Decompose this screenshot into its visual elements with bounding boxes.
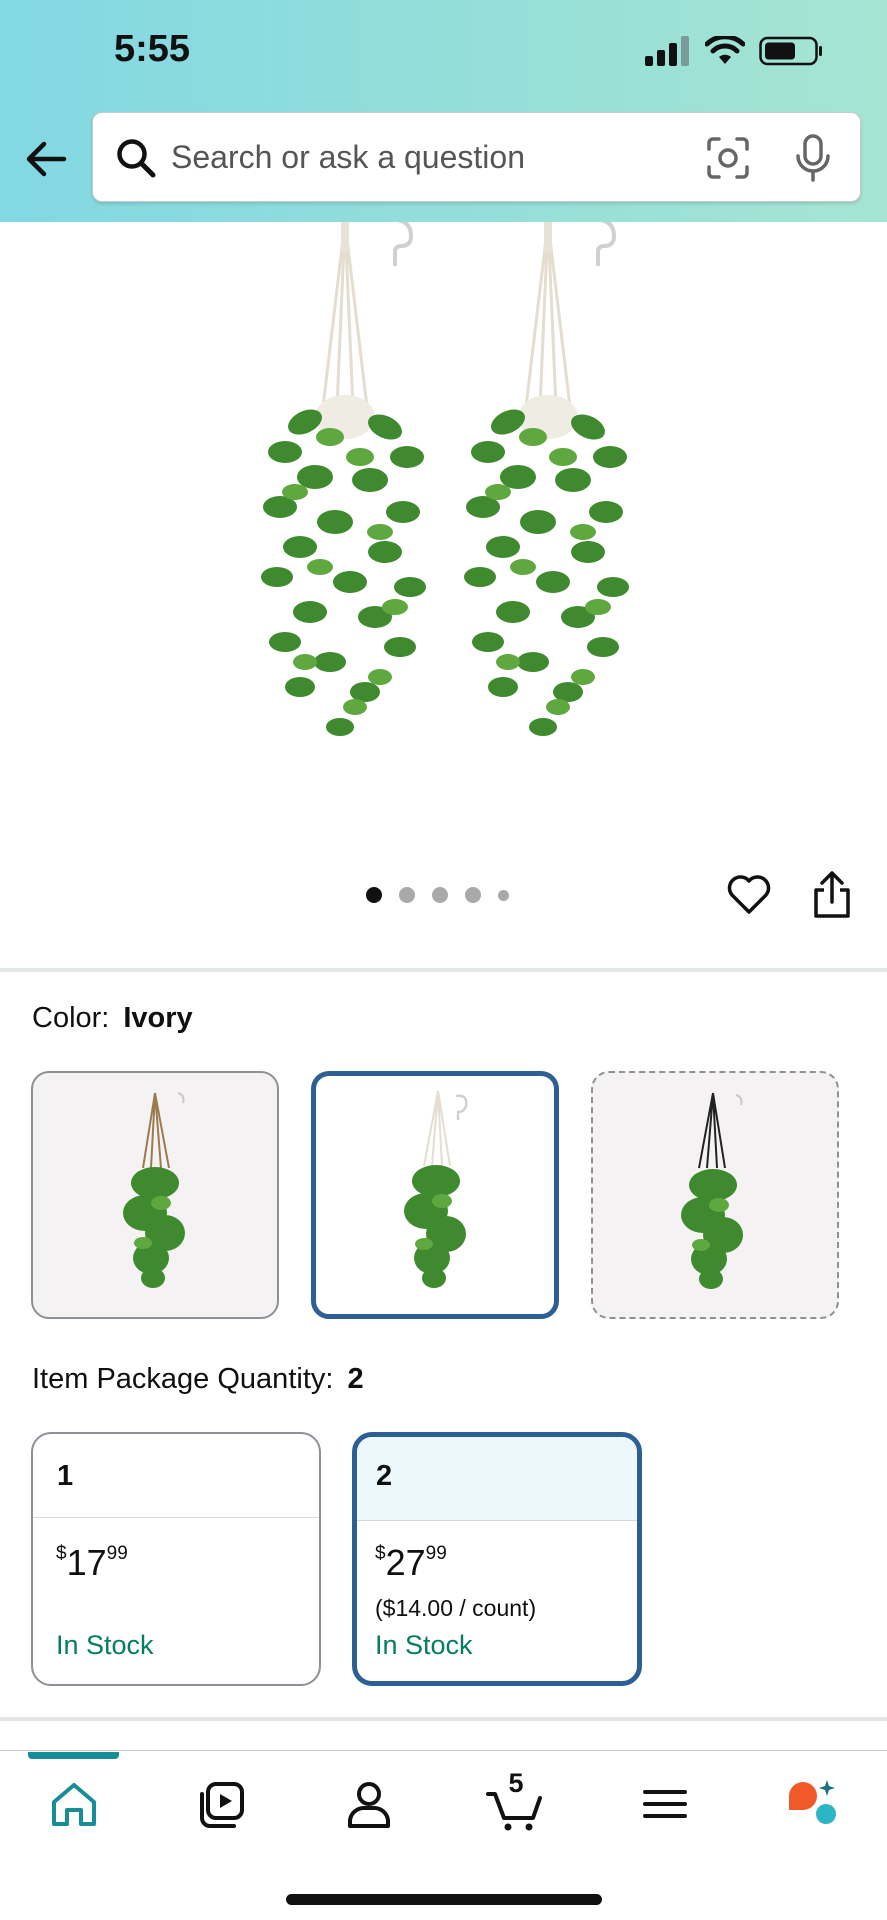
quantity-option-1[interactable]: 1 $1799 In Stock [31,1432,321,1686]
quantity-option-2[interactable]: 2 $2799 ($14.00 / count) In Stock [352,1432,642,1686]
video-icon[interactable] [192,1774,252,1834]
quantity-label: Item Package Quantity: [32,1363,334,1395]
cart-button[interactable]: 5 [486,1768,546,1834]
battery-icon [759,36,822,66]
price-fraction: 99 [425,1543,447,1564]
color-label-row: Color: Ivory [32,1002,193,1035]
menu-icon[interactable] [635,1774,695,1834]
swatch-image [681,1092,743,1289]
status-icons [643,36,823,66]
rufus-icon[interactable] [781,1774,841,1834]
active-tab-indicator [28,1752,119,1759]
cart-count-badge: 5 [508,1768,524,1798]
stock-status: In Stock [375,1630,473,1660]
price-whole: 27 [385,1542,426,1583]
heart-icon[interactable] [726,872,772,918]
hanging-plants-image [259,218,631,738]
status-time: 5:55 [114,28,191,70]
swatch-image [404,1090,468,1288]
image-pagination-dots[interactable] [366,887,509,903]
pagination-dot[interactable] [498,889,509,901]
wifi-icon [705,36,745,64]
search-icon [117,139,156,178]
home-indicator [286,1894,602,1905]
share-icon[interactable] [810,870,854,920]
price-fraction: 99 [106,1543,128,1564]
microphone-icon[interactable] [793,133,833,183]
color-swatch-ivory[interactable] [311,1071,559,1319]
pagination-dot[interactable] [366,887,382,903]
product-image[interactable] [0,218,887,842]
section-divider [0,1717,887,1721]
color-selected-value: Ivory [123,1002,193,1034]
section-divider [0,968,887,972]
quantity-option-price: $2799 [375,1542,447,1584]
price-currency: $ [56,1543,67,1564]
price-currency: $ [375,1543,386,1564]
quantity-option-qty: 1 [33,1434,319,1518]
quantity-label-row: Item Package Quantity: 2 [32,1363,364,1396]
search-bar[interactable]: Search or ask a question [92,112,861,202]
account-icon[interactable] [339,1774,399,1834]
app-header: 5:55 Search or ask a question [0,0,887,222]
stock-status: In Stock [56,1630,154,1660]
camera-lens-icon[interactable] [705,135,751,181]
home-icon[interactable] [44,1774,104,1834]
pagination-dot[interactable] [465,887,481,903]
color-swatch-black[interactable] [591,1071,839,1319]
quantity-selected-value: 2 [347,1363,364,1395]
cellular-signal-icon [645,36,689,66]
back-arrow-icon[interactable] [22,134,72,184]
color-label: Color: [32,1002,110,1034]
pagination-dot[interactable] [432,887,448,903]
quantity-option-qty: 2 [357,1437,637,1521]
swatch-image [123,1092,185,1288]
price-per-count: ($14.00 / count) [375,1595,537,1621]
quantity-option-price: $1799 [56,1542,128,1584]
color-swatch-tan[interactable] [31,1071,279,1319]
price-whole: 17 [66,1542,107,1583]
search-input[interactable]: Search or ask a question [171,139,525,176]
pagination-dot[interactable] [399,887,415,903]
